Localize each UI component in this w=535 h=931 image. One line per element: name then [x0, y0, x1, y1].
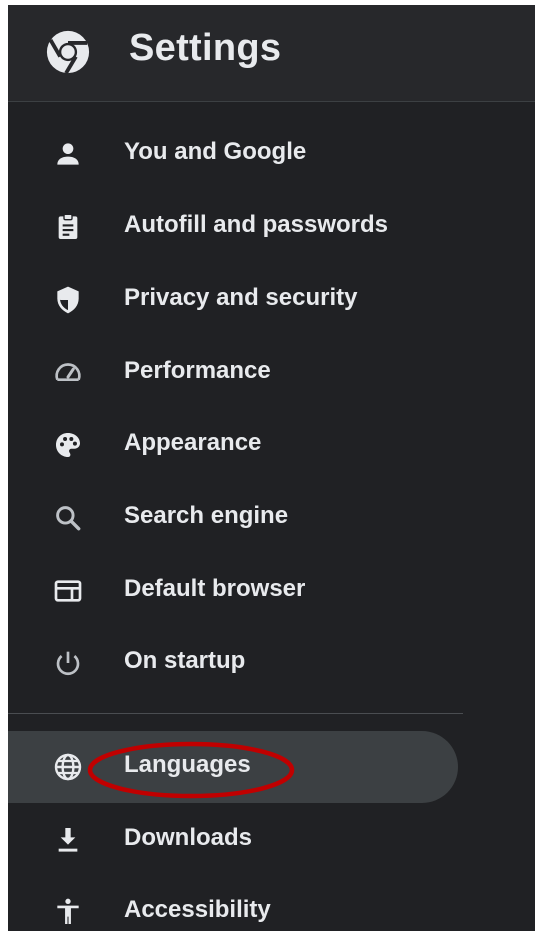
- sidebar-item-label: Appearance: [124, 429, 262, 456]
- sidebar-item-label: On startup: [124, 647, 246, 674]
- power-icon: [56, 651, 80, 676]
- sidebar-item-on-startup[interactable]: On startup: [8, 627, 458, 699]
- sidebar-item-label: Accessibility: [124, 896, 271, 923]
- sidebar-item-label: Search engine: [124, 502, 289, 529]
- sidebar-item-label: Downloads: [124, 824, 253, 851]
- sidebar-item-search-engine[interactable]: Search engine: [8, 482, 458, 554]
- clipboard-icon: [58, 213, 78, 239]
- sidebar-item-label: You and Google: [124, 138, 307, 165]
- sidebar-item-label: Privacy and security: [124, 284, 358, 311]
- search-icon: [56, 506, 81, 531]
- person-icon: [57, 143, 79, 165]
- sidebar-item-default-browser[interactable]: Default browser: [8, 555, 458, 627]
- settings-window: Settings You and Google Autofill and pas…: [8, 5, 535, 931]
- settings-header: Settings: [8, 5, 535, 102]
- sidebar-item-label: Autofill and passwords: [124, 211, 389, 238]
- sidebar-item-privacy[interactable]: Privacy and security: [8, 264, 458, 336]
- sidebar-item-performance[interactable]: Performance: [8, 337, 458, 409]
- browser-window-icon: [54, 580, 82, 602]
- download-icon: [58, 828, 78, 852]
- page-title: Settings: [129, 27, 282, 69]
- sidebar-item-downloads[interactable]: Downloads: [8, 804, 458, 876]
- menu-divider: [8, 713, 463, 714]
- shield-icon: [57, 286, 79, 314]
- sidebar-item-appearance[interactable]: Appearance: [8, 409, 458, 481]
- sidebar-item-you-and-google[interactable]: You and Google: [8, 118, 458, 190]
- sidebar-item-autofill[interactable]: Autofill and passwords: [8, 191, 458, 263]
- globe-icon: [54, 753, 82, 781]
- accessibility-icon: [57, 898, 79, 924]
- sidebar-item-label: Performance: [124, 357, 271, 384]
- speedometer-icon: [55, 363, 81, 381]
- highlight-ellipse: [87, 741, 295, 799]
- palette-icon: [56, 433, 80, 457]
- sidebar-item-accessibility[interactable]: Accessibility: [8, 876, 458, 931]
- sidebar-item-label: Default browser: [124, 575, 306, 602]
- chrome-logo-icon: [46, 30, 90, 75]
